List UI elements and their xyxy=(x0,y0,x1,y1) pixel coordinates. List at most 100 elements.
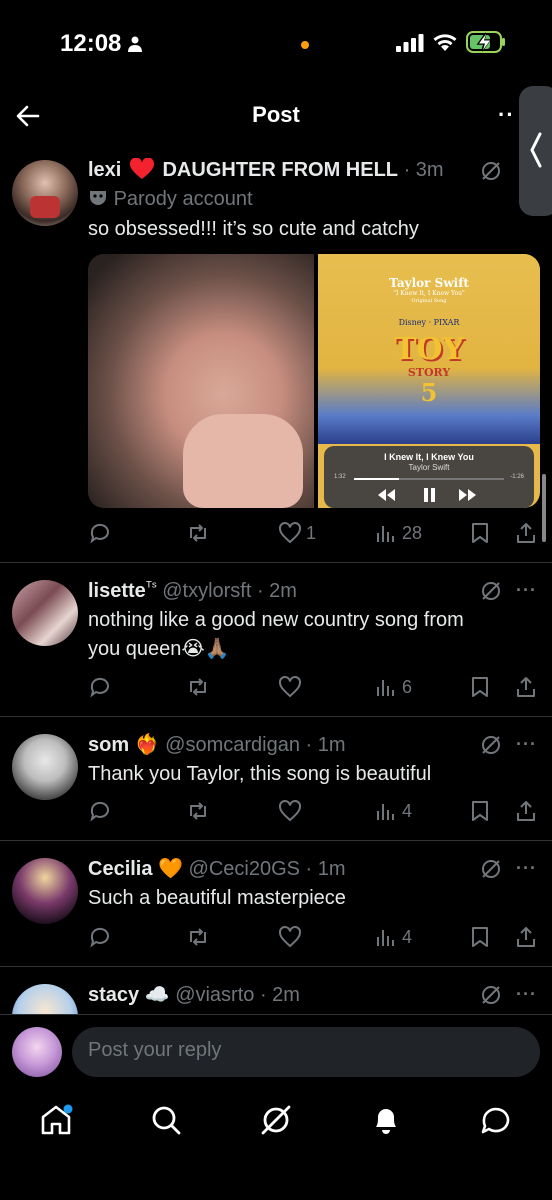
reply-button[interactable] xyxy=(88,672,112,702)
avatar[interactable] xyxy=(12,160,78,226)
view-count: 4 xyxy=(402,926,413,947)
grok-icon[interactable] xyxy=(480,160,502,182)
reply-author-suffix: ᵀˢ xyxy=(145,578,157,594)
like-button[interactable] xyxy=(278,922,302,952)
reply-author-suffix: ☁️ xyxy=(144,984,170,1006)
bottom-navigation xyxy=(0,1090,552,1200)
repost-button[interactable] xyxy=(186,672,210,702)
grok-icon[interactable] xyxy=(480,734,502,756)
reply-text: nothing like a good new country song fro… xyxy=(88,609,464,631)
share-button[interactable] xyxy=(514,672,538,702)
reply-author-name[interactable]: som xyxy=(88,734,129,756)
bookmark-button[interactable] xyxy=(468,922,492,952)
status-time: 12:08 xyxy=(60,30,122,57)
more-options-button[interactable]: ·· xyxy=(498,102,515,128)
reply-author-line[interactable]: stacy ☁️ @viasrto · 2m xyxy=(88,982,300,1007)
reply-author-name[interactable]: Cecilia xyxy=(88,858,152,880)
bookmark-button[interactable] xyxy=(468,518,492,548)
share-button[interactable] xyxy=(514,796,538,826)
poster-logo-number: 5 xyxy=(420,378,438,407)
avatar[interactable] xyxy=(12,734,78,800)
author-display-name[interactable]: DAUGHTER FROM HELL xyxy=(162,159,398,181)
fast-forward-icon xyxy=(459,489,476,501)
reply-button[interactable] xyxy=(88,796,112,826)
share-button[interactable] xyxy=(514,922,538,952)
grok-icon[interactable] xyxy=(480,580,502,602)
views-button[interactable]: 4 xyxy=(374,922,412,952)
player-remaining: -1:26 xyxy=(510,474,524,480)
reply-icon xyxy=(90,677,109,698)
post-time: · 3m xyxy=(403,159,444,181)
battery-charging-icon xyxy=(466,31,505,53)
heart-icon xyxy=(279,521,301,544)
photo-right-poster[interactable]: Taylor Swift "I Knew It, I Knew You" Ori… xyxy=(318,254,540,508)
reply-icon xyxy=(90,927,109,948)
bookmark-icon xyxy=(472,677,488,697)
views-button[interactable]: 6 xyxy=(374,672,412,702)
parody-label-text: Parody account xyxy=(113,188,253,210)
like-button[interactable] xyxy=(278,672,302,702)
author-name[interactable]: lexi xyxy=(88,159,121,181)
reply-author-line[interactable]: som ❤️‍🔥 @somcardigan · 1m xyxy=(88,732,346,757)
bell-icon[interactable] xyxy=(368,1102,404,1138)
bookmark-icon xyxy=(472,927,488,947)
grok-icon[interactable] xyxy=(480,858,502,880)
photo-hand xyxy=(183,414,303,508)
like-button[interactable] xyxy=(278,796,302,826)
divider xyxy=(0,966,552,967)
more-options-button[interactable]: ··· xyxy=(516,858,537,879)
player-progress-fill xyxy=(354,478,399,480)
like-button[interactable]: 1 xyxy=(278,518,316,548)
repost-icon xyxy=(190,678,206,696)
bookmark-button[interactable] xyxy=(468,796,492,826)
chevron-left-icon[interactable] xyxy=(528,130,544,170)
bookmark-button[interactable] xyxy=(468,672,492,702)
views-button[interactable]: 4 xyxy=(374,796,412,826)
heart-icon xyxy=(279,925,301,948)
scrollbar[interactable] xyxy=(542,474,546,542)
share-button[interactable] xyxy=(514,518,538,548)
reply-handle-time: @somcardigan · 1m xyxy=(165,734,346,756)
grok-icon[interactable] xyxy=(480,984,502,1006)
bookmark-icon xyxy=(472,801,488,821)
reply-button[interactable] xyxy=(88,518,112,548)
avatar[interactable] xyxy=(12,858,78,924)
post-actions: 1 28 xyxy=(88,518,540,548)
avatar[interactable] xyxy=(12,580,78,646)
views-button[interactable]: 28 xyxy=(374,518,422,548)
reply-text-line2: you queen😭🙏🏽 xyxy=(88,638,230,660)
view-count: 28 xyxy=(402,522,423,543)
player-artist: Taylor Swift xyxy=(408,463,450,472)
reply-author-name[interactable]: stacy xyxy=(88,984,139,1006)
reply-author-line[interactable]: lisetteᵀˢ @txylorsft · 2m xyxy=(88,578,297,603)
photo-left[interactable] xyxy=(88,254,314,508)
views-icon xyxy=(377,526,394,542)
repost-icon xyxy=(190,928,206,946)
red-heart-icon xyxy=(129,157,154,179)
top-bar: Post ·· xyxy=(0,90,552,142)
repost-button[interactable] xyxy=(186,796,210,826)
post-author-line[interactable]: lexi DAUGHTER FROM HELL · 3m xyxy=(88,157,444,182)
music-player-card: I Knew It, I Knew You Taylor Swift 1:32 … xyxy=(324,446,534,508)
more-options-button[interactable]: ··· xyxy=(516,984,537,1005)
reply-handle-time: @Ceci20GS · 1m xyxy=(188,858,346,880)
repost-button[interactable] xyxy=(186,922,210,952)
my-avatar[interactable] xyxy=(12,1027,62,1077)
more-options-button[interactable]: ··· xyxy=(516,580,537,601)
reply-button[interactable] xyxy=(88,922,112,952)
post-media[interactable]: Taylor Swift "I Knew It, I Knew You" Ori… xyxy=(88,254,540,508)
repost-button[interactable] xyxy=(186,518,210,548)
share-icon xyxy=(517,677,535,697)
poster-brand: Disney · PIXAR xyxy=(398,318,460,327)
grok-icon[interactable] xyxy=(258,1102,294,1138)
home-icon[interactable] xyxy=(38,1102,74,1138)
reply-author-name[interactable]: lisette xyxy=(88,580,146,602)
heart-icon xyxy=(279,799,301,822)
more-options-button[interactable]: ··· xyxy=(516,734,537,755)
views-icon xyxy=(377,804,394,820)
reply-input[interactable]: Post your reply xyxy=(72,1027,540,1077)
reply-author-line[interactable]: Cecilia 🧡 @Ceci20GS · 1m xyxy=(88,856,346,881)
search-icon[interactable] xyxy=(148,1102,184,1138)
messages-icon[interactable] xyxy=(478,1102,514,1138)
mask-icon xyxy=(90,191,106,205)
